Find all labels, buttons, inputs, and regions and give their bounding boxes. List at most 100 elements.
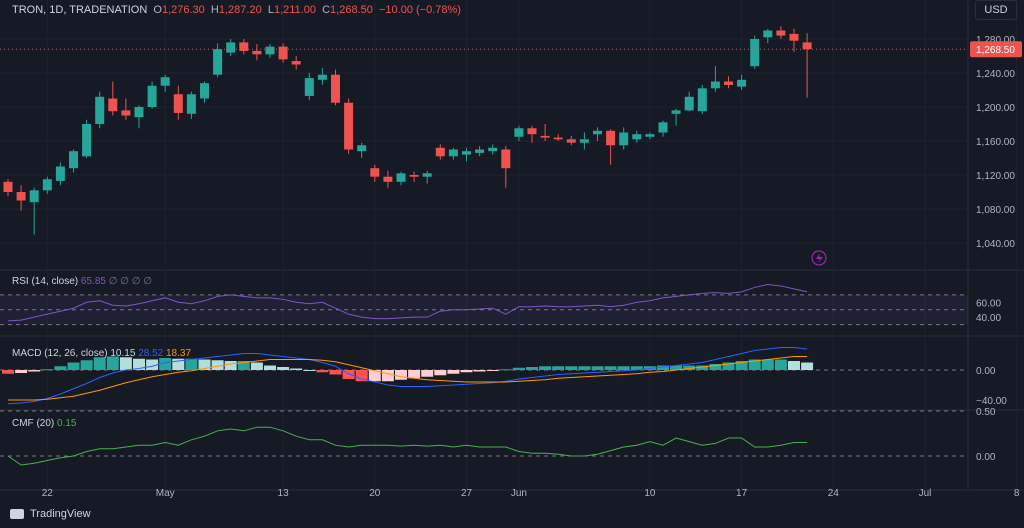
candle-body — [710, 81, 720, 89]
high-value: 1,287.20 — [218, 4, 262, 16]
candle — [42, 176, 52, 194]
macd-histogram-bar — [552, 366, 565, 370]
candle — [553, 134, 563, 141]
candle — [383, 170, 393, 188]
candle — [265, 44, 275, 58]
candle — [278, 43, 288, 63]
candle-body — [737, 79, 747, 87]
macd-histogram-bar — [316, 370, 329, 373]
rsi-label: RSI (14, close) — [12, 276, 79, 287]
candle-body — [304, 78, 314, 96]
candle — [619, 127, 629, 150]
candle-body — [462, 151, 471, 155]
macd-histogram-bar — [447, 370, 460, 374]
price-tick-label: 1,120.00 — [976, 171, 1015, 182]
candle — [527, 125, 537, 143]
candle-body — [697, 88, 707, 112]
macd-histogram-bar — [565, 366, 578, 370]
candle-body — [553, 137, 563, 140]
candle — [566, 135, 576, 146]
candle-body — [658, 122, 668, 133]
macd-histogram-bar — [224, 361, 237, 370]
macd-histogram-bar — [28, 370, 41, 372]
macd-histogram-bar — [617, 366, 630, 370]
candle-body — [606, 130, 616, 146]
candle — [710, 66, 720, 92]
candle-body — [16, 192, 26, 201]
macd-histogram-bar — [329, 370, 342, 375]
candle — [514, 125, 524, 141]
macd-histogram-bar — [15, 370, 28, 373]
candle — [121, 98, 131, 120]
macd-histogram-bar — [512, 367, 525, 370]
macd-tick-label: 0.00 — [976, 366, 996, 377]
macd-histogram-bar — [119, 357, 132, 370]
macd-histogram-bar — [499, 369, 512, 371]
candle-body — [108, 98, 118, 112]
candle-body — [501, 149, 511, 169]
time-tick-label: May — [156, 488, 175, 499]
candle — [776, 26, 786, 39]
candle — [160, 74, 170, 92]
macd-histogram-bar — [2, 370, 14, 374]
candle-body — [475, 149, 485, 153]
candle — [252, 44, 262, 61]
candle — [671, 108, 681, 126]
candle-body — [147, 85, 157, 107]
macd-histogram-bar — [408, 370, 421, 379]
candle-body — [619, 132, 629, 146]
candle-body — [173, 94, 183, 113]
candle — [737, 74, 747, 90]
macd-legend[interactable]: MACD (12, 26, close) 10.15 28.52 18.37 — [12, 348, 191, 359]
candle — [789, 28, 799, 52]
candle — [422, 170, 432, 184]
currency-button[interactable]: USD — [975, 0, 1017, 20]
macd-histogram-bar — [473, 370, 486, 372]
tradingview-logo[interactable]: TradingView — [10, 508, 91, 520]
candle — [370, 164, 380, 182]
price-tick-label: 1,200.00 — [976, 103, 1015, 114]
candle-body — [671, 110, 681, 114]
macd-histogram-bar — [486, 370, 499, 371]
macd-histogram-bar — [761, 359, 774, 370]
macd-histogram-bar — [788, 361, 800, 370]
time-tick-label: 13 — [278, 488, 290, 499]
candle-body — [265, 46, 275, 55]
candle-body — [200, 83, 209, 99]
candle-body — [789, 33, 799, 41]
candle-body — [121, 110, 131, 116]
candle-body — [370, 168, 380, 177]
candle — [331, 69, 340, 106]
candle — [344, 98, 354, 154]
cmf-value: 0.15 — [57, 418, 77, 429]
macd-histogram-bar — [421, 370, 434, 377]
candle-body — [213, 49, 223, 75]
macd-histogram-bar — [395, 370, 407, 380]
cmf-legend[interactable]: CMF (20) 0.15 — [12, 418, 76, 429]
candle — [593, 127, 602, 141]
candle-body — [448, 149, 458, 157]
macd-histogram-bar — [303, 370, 316, 371]
rsi-legend[interactable]: RSI (14, close) 65.85 ∅ ∅ ∅ ∅ — [12, 276, 152, 287]
candle-body — [632, 134, 642, 140]
candle — [69, 149, 78, 173]
candle — [540, 124, 550, 141]
candle — [448, 147, 458, 160]
candle-body — [29, 190, 39, 203]
candle-body — [763, 30, 773, 38]
open-value: 1,276.30 — [161, 4, 205, 16]
high-label: H — [210, 4, 219, 16]
chart-header: TRON, 1D, TRADENATION O1,276.30 H1,287.2… — [12, 4, 461, 16]
cmf-line — [7, 426, 808, 466]
macd-histogram-bar — [434, 370, 447, 376]
macd-histogram-bar — [578, 366, 591, 370]
candle-body — [291, 61, 301, 65]
time-tick-label: 24 — [828, 488, 840, 499]
candle-body — [134, 107, 144, 118]
symbol-label: TRON, 1D, TRADENATION — [12, 4, 148, 16]
candle — [802, 33, 812, 98]
candle-body — [802, 42, 812, 50]
candle-body — [95, 96, 105, 124]
candle-body — [252, 50, 262, 55]
macd-histogram-bar — [41, 369, 54, 371]
